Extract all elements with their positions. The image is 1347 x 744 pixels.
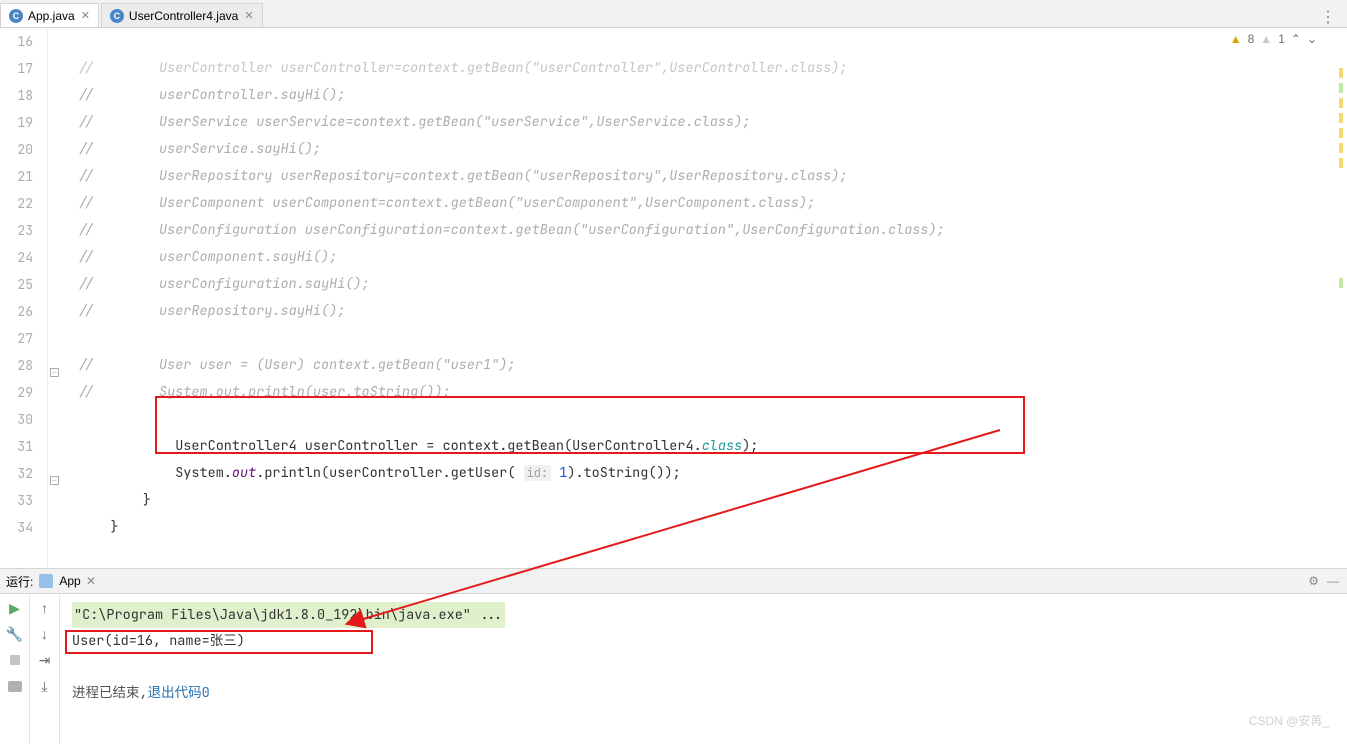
code-line: // UserComponent userComponent=context.g… bbox=[78, 194, 815, 212]
console-panel: ▶ 🔧 ↑ ↓ ⇥ ⤓ "C:\Program Files\Java\jdk1.… bbox=[0, 594, 1347, 744]
up-icon[interactable]: ↑ bbox=[37, 600, 53, 616]
more-options-icon[interactable]: ⋮ bbox=[1320, 7, 1337, 27]
code-editor[interactable]: 16 17 18 19 20 21 22 23 24 25 26 27 28 2… bbox=[0, 28, 1347, 568]
console-toolbar-layout: ↑ ↓ ⇥ ⤓ bbox=[30, 594, 60, 744]
chevron-down-icon[interactable]: ⌄ bbox=[1307, 32, 1317, 46]
code-line: // userRepository.sayHi(); bbox=[78, 302, 345, 320]
code-line: // User user = (User) context.getBean("u… bbox=[78, 356, 515, 374]
code-line: } bbox=[78, 491, 151, 509]
editor-tabs: C App.java ✕ C UserController4.java ✕ ⋮ bbox=[0, 0, 1347, 28]
code-line: // userService.sayHi(); bbox=[78, 140, 321, 158]
rerun-button[interactable]: ▶ bbox=[7, 600, 23, 616]
code-line: // UserConfiguration userConfiguration=c… bbox=[78, 221, 945, 239]
tab-usercontroller4[interactable]: C UserController4.java ✕ bbox=[101, 3, 263, 27]
stop-button[interactable] bbox=[7, 652, 23, 668]
code-line: // UserRepository userRepository=context… bbox=[78, 167, 848, 185]
run-label: 运行: bbox=[6, 573, 33, 590]
class-file-icon: C bbox=[9, 9, 23, 23]
wrench-icon[interactable]: 🔧 bbox=[7, 626, 23, 642]
code-line: // UserController userController=context… bbox=[78, 59, 848, 77]
code-line: // UserService userService=context.getBe… bbox=[78, 113, 750, 131]
class-file-icon: C bbox=[110, 9, 124, 23]
command-line: "C:\Program Files\Java\jdk1.8.0_192\bin\… bbox=[72, 602, 505, 628]
watermark-text: CSDN @安苒_ bbox=[1249, 712, 1329, 729]
chevron-up-icon[interactable]: ⌃ bbox=[1291, 32, 1301, 46]
stripe-marker[interactable] bbox=[1339, 98, 1343, 108]
code-line: // System.out.println(user.toString()); bbox=[78, 383, 451, 401]
camera-icon[interactable] bbox=[7, 678, 23, 694]
weak-warning-count: 1 bbox=[1278, 32, 1285, 46]
stripe-marker[interactable] bbox=[1339, 278, 1343, 288]
weak-warning-icon[interactable]: ▲ bbox=[1260, 32, 1272, 46]
inspection-widget[interactable]: ▲ 8 ▲ 1 ⌃ ⌄ bbox=[1230, 32, 1317, 46]
warning-count: 8 bbox=[1248, 32, 1255, 46]
close-icon[interactable]: ✕ bbox=[81, 9, 90, 22]
stripe-marker[interactable] bbox=[1339, 143, 1343, 153]
fold-marker-icon[interactable]: – bbox=[50, 368, 59, 377]
tab-label: App.java bbox=[28, 9, 75, 23]
stripe-marker[interactable] bbox=[1339, 128, 1343, 138]
warning-icon[interactable]: ▲ bbox=[1230, 32, 1242, 46]
console-output[interactable]: "C:\Program Files\Java\jdk1.8.0_192\bin\… bbox=[60, 594, 1347, 744]
exit-message: 进程已结束,退出代码0 bbox=[72, 680, 1335, 706]
code-content[interactable]: // UserController userController=context… bbox=[62, 28, 1347, 568]
hide-icon[interactable]: — bbox=[1327, 574, 1339, 588]
close-icon[interactable]: ✕ bbox=[244, 9, 253, 22]
code-line: System.out.println(userController.getUse… bbox=[78, 464, 681, 482]
stripe-marker[interactable] bbox=[1339, 113, 1343, 123]
soft-wrap-icon[interactable]: ⇥ bbox=[37, 652, 53, 668]
parameter-hint: id: bbox=[524, 465, 552, 481]
code-line: // userComponent.sayHi(); bbox=[78, 248, 337, 266]
console-toolbar-actions: ▶ 🔧 bbox=[0, 594, 30, 744]
gear-icon[interactable]: ⚙ bbox=[1308, 574, 1319, 588]
scroll-to-end-icon[interactable]: ⤓ bbox=[37, 678, 53, 694]
code-line: } bbox=[78, 518, 119, 536]
down-icon[interactable]: ↓ bbox=[37, 626, 53, 642]
output-line: User(id=16, name=张三) bbox=[72, 628, 1335, 654]
stripe-marker[interactable] bbox=[1339, 68, 1343, 78]
code-line: // userConfiguration.sayHi(); bbox=[78, 275, 370, 293]
stripe-marker[interactable] bbox=[1339, 158, 1343, 168]
run-config-icon bbox=[39, 574, 53, 588]
tab-label: UserController4.java bbox=[129, 9, 238, 23]
stripe-marker[interactable] bbox=[1339, 83, 1343, 93]
fold-strip[interactable]: – – bbox=[48, 28, 62, 568]
code-line: UserController4 userController = context… bbox=[78, 437, 758, 455]
error-stripe[interactable] bbox=[1335, 28, 1347, 308]
fold-marker-icon[interactable]: – bbox=[50, 476, 59, 485]
tab-app-java[interactable]: C App.java ✕ bbox=[0, 3, 99, 27]
run-panel-header: 运行: App ✕ ⚙ — bbox=[0, 568, 1347, 594]
code-line: // userController.sayHi(); bbox=[78, 86, 345, 104]
line-gutter: 16 17 18 19 20 21 22 23 24 25 26 27 28 2… bbox=[0, 28, 48, 568]
